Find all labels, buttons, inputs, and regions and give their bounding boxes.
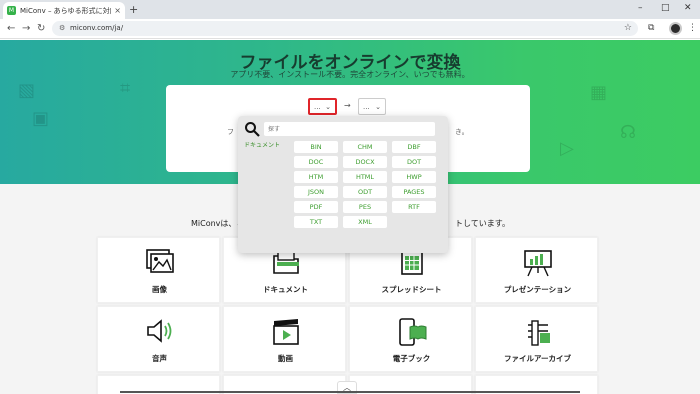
hero-subtitle: アプリ不要、インストール不要。完全オンライン、いつでも無料。 [230, 70, 470, 79]
browser-toolbar: ← → ↻ ⚙ miconv.com/ja/ ☆ ⧉ ⋮ [0, 19, 700, 39]
format-option[interactable]: PAGES [392, 186, 436, 198]
browser-tab[interactable]: M MiConv – あらゆる形式に対応した × [3, 2, 125, 19]
format-option[interactable]: DBF [392, 141, 436, 153]
format-option[interactable]: CHM [343, 141, 387, 153]
presentation-icon [476, 248, 599, 278]
format-option-grid: BIN CHM DBF DOC DOCX DOT HTM HTML HWP JSON ODT PAGE… [294, 141, 436, 228]
format-option[interactable]: PDF [294, 201, 338, 213]
bookmark-star-icon[interactable]: ☆ [624, 21, 632, 36]
decor-chart-icon: ⌗ [120, 78, 131, 99]
chevron-down-icon: ⌄ [325, 102, 331, 111]
category-label: プレゼンテーション [503, 285, 572, 294]
category-label: 電子ブック [392, 354, 431, 363]
decor-film-icon: ▦ [590, 82, 608, 103]
url-text: miconv.com/ja/ [70, 24, 124, 32]
minimize-icon[interactable]: – [638, 3, 643, 13]
format-option[interactable]: HTM [294, 171, 338, 183]
category-label: 動画 [278, 354, 293, 363]
format-search-input[interactable] [264, 122, 435, 136]
ebook-icon [350, 317, 473, 347]
format-option[interactable]: XML [343, 216, 387, 228]
format-option[interactable]: PES [343, 201, 387, 213]
format-dropdown: ドキュメント BIN CHM DBF DOC DOCX DOT HTM HTML HWP JSON… [238, 116, 448, 253]
maximize-icon[interactable]: □ [661, 3, 670, 13]
video-icon [224, 317, 347, 347]
panel-hint-right: き。 [455, 128, 469, 136]
extensions-icon[interactable]: ⧉ [648, 23, 654, 33]
menu-icon[interactable]: ⋮ [688, 23, 697, 33]
category-label: ファイルアーカイブ [503, 354, 572, 363]
archive-icon [476, 317, 599, 347]
format-option[interactable]: HWP [392, 171, 436, 183]
intro-text-right: トしています。 [455, 219, 510, 228]
format-option[interactable]: BIN [294, 141, 338, 153]
format-option[interactable]: DOC [294, 156, 338, 168]
tab-close-icon[interactable]: × [114, 6, 121, 15]
format-option[interactable]: DOCX [343, 156, 387, 168]
search-icon [245, 122, 260, 137]
forward-icon[interactable]: → [22, 22, 30, 36]
from-format-value: ... [314, 102, 321, 111]
category-card-presentation[interactable]: プレゼンテーション [475, 237, 598, 303]
to-format-value: ... [363, 102, 370, 111]
decor-headphones-icon: ☊ [620, 122, 636, 143]
dropdown-category-label: ドキュメント [244, 142, 281, 149]
format-option[interactable]: RTF [392, 201, 436, 213]
site-info-icon[interactable]: ⚙ [59, 21, 65, 36]
decor-save-icon: ▣ [32, 108, 50, 129]
category-card-image[interactable]: 画像 [97, 237, 220, 303]
image-icon [98, 248, 221, 278]
profile-avatar[interactable] [669, 22, 682, 35]
audio-icon [98, 317, 221, 347]
decor-play-icon: ▷ [560, 138, 574, 159]
category-card-video[interactable]: 動画 [223, 306, 346, 372]
to-format-select[interactable]: ... ⌄ [358, 98, 386, 115]
browser-tab-bar: M MiConv – あらゆる形式に対応した × + – □ ✕ [0, 0, 700, 19]
category-card-ebook[interactable]: 電子ブック [349, 306, 472, 372]
format-option[interactable]: DOT [392, 156, 436, 168]
new-tab-button[interactable]: + [129, 2, 138, 17]
back-icon[interactable]: ← [7, 22, 15, 36]
chevron-down-icon: ⌄ [375, 102, 381, 111]
format-option[interactable]: HTML [343, 171, 387, 183]
reload-icon[interactable]: ↻ [37, 22, 45, 36]
category-label: 画像 [152, 285, 167, 294]
arrow-icon: → [344, 101, 351, 110]
page-scrollbar[interactable] [120, 391, 580, 393]
address-bar[interactable]: ⚙ miconv.com/ja/ ☆ [52, 21, 638, 36]
category-label: スプレッドシート [381, 285, 442, 294]
from-format-select[interactable]: ... ⌄ [308, 98, 337, 115]
decor-image-icon: ▧ [18, 80, 36, 101]
category-label: 音声 [152, 354, 167, 363]
category-card-audio[interactable]: 音声 [97, 306, 220, 372]
favicon-icon: M [7, 6, 16, 15]
format-option[interactable]: JSON [294, 186, 338, 198]
tab-title: MiConv – あらゆる形式に対応した [20, 6, 111, 15]
format-option[interactable]: ODT [343, 186, 387, 198]
intro-text-left: MiConvは、ミ [191, 219, 245, 228]
category-card-archive[interactable]: ファイルアーカイブ [475, 306, 598, 372]
format-option[interactable]: TXT [294, 216, 338, 228]
close-window-icon[interactable]: ✕ [684, 3, 692, 13]
panel-hint-left: フ [227, 128, 234, 136]
category-label: ドキュメント [263, 285, 308, 294]
